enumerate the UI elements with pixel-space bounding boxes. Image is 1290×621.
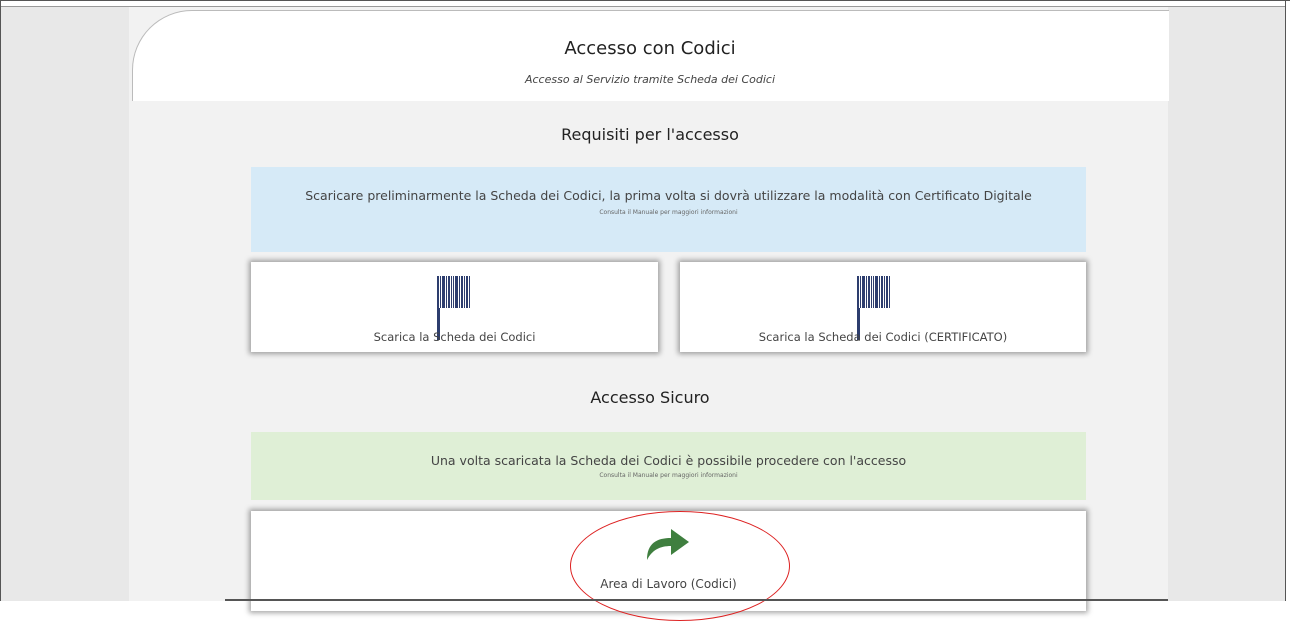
download-codes-label: Scarica la Scheda dei Codici <box>373 330 536 344</box>
download-codes-cert-button[interactable]: Scarica la Scheda dei Codici (CERTIFICAT… <box>680 262 1086 352</box>
requisiti-section-title: Requisiti per l'accesso <box>561 125 739 144</box>
requisiti-info-text: Scaricare preliminarmente la Scheda dei … <box>305 188 1032 203</box>
frame-border-right <box>1285 0 1286 601</box>
barcode-icon <box>437 276 471 340</box>
requisiti-info-box: Scaricare preliminarmente la Scheda dei … <box>251 167 1086 252</box>
accesso-info-text: Una volta scaricata la Scheda dei Codici… <box>430 453 907 468</box>
requisiti-manual-link[interactable]: Consulta il Manuale per maggiori informa… <box>251 209 1086 216</box>
download-codes-button[interactable]: Scarica la Scheda dei Codici <box>251 262 658 352</box>
left-gutter <box>1 6 129 601</box>
barcode-icon <box>857 276 891 340</box>
accesso-manual-link[interactable]: Consulta il Manuale per maggiori informa… <box>251 472 1086 479</box>
right-gutter <box>1168 6 1285 601</box>
page-title: Accesso con Codici <box>564 38 736 59</box>
download-codes-cert-label: Scarica la Scheda dei Codici (CERTIFICAT… <box>758 330 1008 344</box>
frame-border-top <box>0 0 1290 1</box>
highlight-circle <box>570 511 790 621</box>
accesso-info-box: Una volta scaricata la Scheda dei Codici… <box>251 432 1086 500</box>
page-subtitle: Accesso al Servizio tramite Scheda dei C… <box>524 73 776 86</box>
accesso-section-title: Accesso Sicuro <box>590 388 710 407</box>
